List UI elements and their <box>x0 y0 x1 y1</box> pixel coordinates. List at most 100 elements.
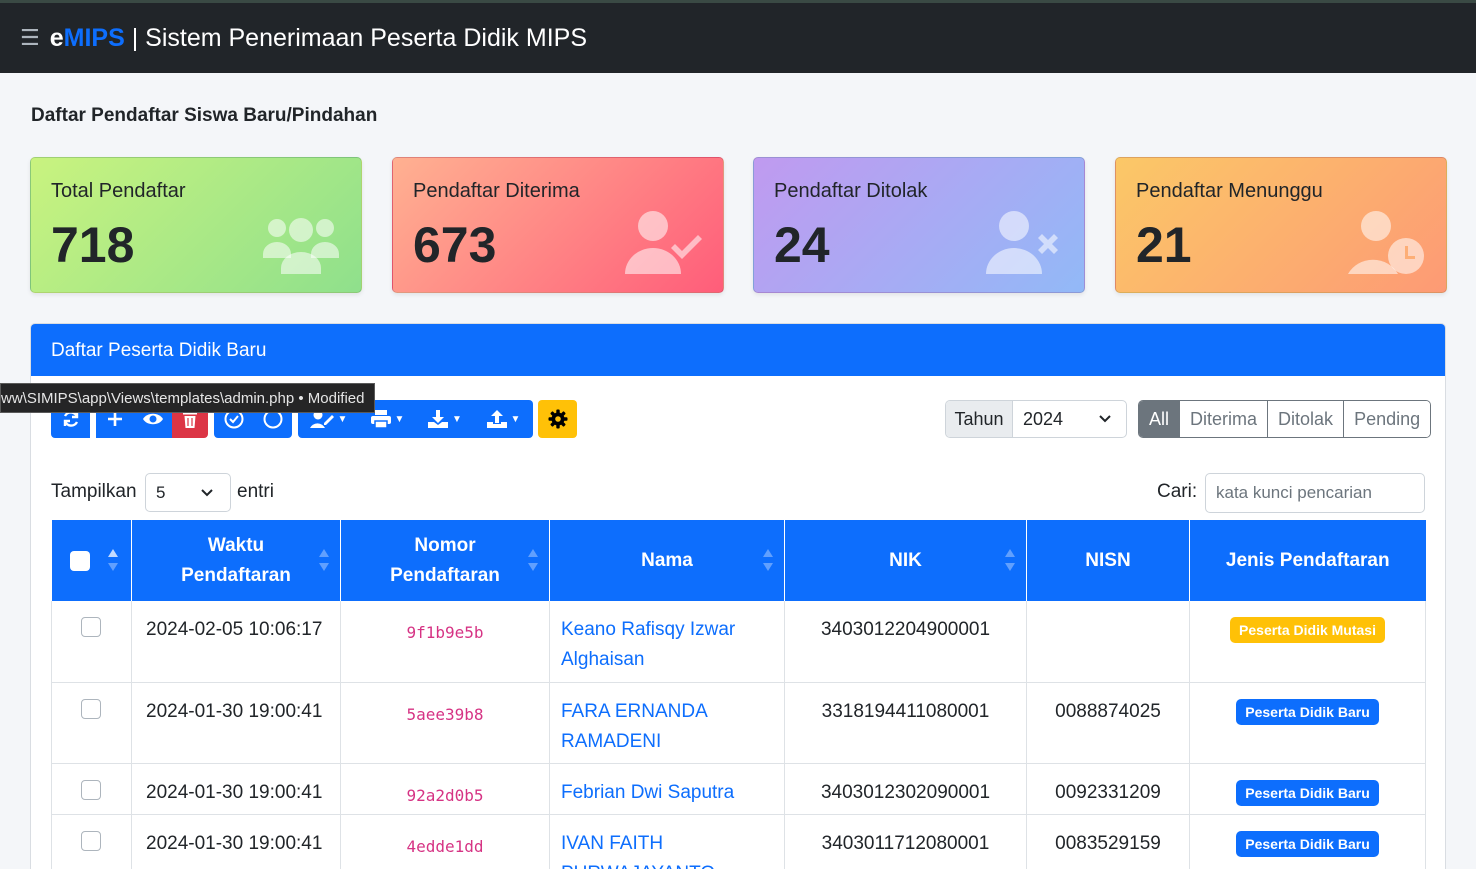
search-input[interactable] <box>1205 473 1425 513</box>
cell-name-link[interactable]: IVAN FAITH PURWAJAYANTO <box>549 814 785 869</box>
cell-nisn <box>1026 601 1190 683</box>
year-value[interactable]: 2024 <box>1013 401 1126 437</box>
type-badge: Peserta Didik Baru <box>1236 830 1379 857</box>
cell-nik: 3318194411080001 <box>784 682 1027 764</box>
table-row: 2024-01-30 19:00:41 4edde1dd IVAN FAITH … <box>51 814 1426 869</box>
cell-time: 2024-01-30 19:00:41 <box>131 814 341 869</box>
row-checkbox[interactable] <box>81 698 101 719</box>
chevron-down-icon: ▼ <box>452 413 462 425</box>
user-times-icon <box>986 211 1058 274</box>
chevron-down-icon <box>201 489 213 497</box>
stat-card-accepted: Pendaftar Diterima 673 <box>392 157 724 293</box>
year-select[interactable]: Tahun 2024 <box>945 400 1127 438</box>
cell-nisn: 0083529159 <box>1026 814 1190 869</box>
plus-icon <box>108 412 122 426</box>
stat-card-rejected: Pendaftar Ditolak 24 <box>753 157 1085 293</box>
stat-card-pending: Pendaftar Menunggu 21 <box>1115 157 1447 293</box>
stat-label: Total Pendaftar <box>51 180 186 202</box>
row-checkbox[interactable] <box>81 779 101 800</box>
stat-label: Pendaftar Menunggu <box>1136 180 1323 202</box>
year-value-text: 2024 <box>1023 408 1064 429</box>
stat-card-total: Total Pendaftar 718 <box>30 157 362 293</box>
search-label: Cari: <box>1157 481 1198 502</box>
app-title: eMIPS | Sistem Penerimaan Peserta Didik … <box>50 24 587 53</box>
column-label: NISN <box>1085 549 1131 571</box>
download-dropdown-button[interactable]: ▼ <box>416 400 474 438</box>
hamburger-menu-icon[interactable]: ☰ <box>20 27 40 49</box>
brand-separator: | <box>124 23 146 52</box>
stat-value: 24 <box>774 217 830 273</box>
cell-time: 2024-02-05 10:06:17 <box>131 601 341 683</box>
column-label: Nomor Pendaftaran <box>390 534 500 586</box>
column-label: Jenis Pendaftaran <box>1225 549 1390 571</box>
cell-time: 2024-01-30 19:00:41 <box>131 682 341 764</box>
sort-icon <box>1005 549 1015 571</box>
filter-all[interactable]: All <box>1139 401 1180 437</box>
page-size-select[interactable]: 5 <box>145 473 231 512</box>
brand-mips: MIPS <box>63 23 125 52</box>
stat-value: 673 <box>413 217 497 273</box>
settings-button[interactable] <box>538 400 577 438</box>
column-header-nomor[interactable]: Nomor Pendaftaran <box>340 520 550 601</box>
column-label: NIK <box>889 549 922 571</box>
cell-nik: 3403011712080001 <box>784 814 1027 869</box>
students-table: Waktu Pendaftaran Nomor Pendaftaran Nama… <box>51 520 1426 869</box>
navbar: ☰ eMIPS | Sistem Penerimaan Peserta Didi… <box>0 0 1476 73</box>
type-badge: Peserta Didik Baru <box>1236 779 1379 806</box>
column-header-waktu[interactable]: Waktu Pendaftaran <box>131 520 341 601</box>
row-checkbox[interactable] <box>81 830 101 851</box>
column-header-nik[interactable]: NIK <box>784 520 1027 601</box>
page-size-value: 5 <box>156 483 166 502</box>
chevron-down-icon: ▼ <box>337 413 348 425</box>
cell-nisn: 0092331209 <box>1026 763 1190 815</box>
cell-nisn: 0088874025 <box>1026 682 1190 764</box>
sort-icon[interactable] <box>107 548 119 572</box>
upload-dropdown-button[interactable]: ▼ <box>474 400 533 438</box>
cell-nik: 3403012302090001 <box>784 763 1027 815</box>
page-title: Daftar Pendaftar Siswa Baru/Pindahan <box>31 105 378 126</box>
chevron-down-icon <box>1099 415 1111 423</box>
editor-tooltip: ww\SIMIPS\app\Views\templates\admin.php … <box>0 383 376 413</box>
gear-icon <box>548 409 567 429</box>
select-all-checkbox[interactable] <box>69 551 90 571</box>
sort-icon <box>528 549 538 571</box>
type-badge: Peserta Didik Mutasi <box>1230 617 1385 643</box>
stat-label: Pendaftar Diterima <box>413 180 580 202</box>
cell-name-link[interactable]: Keano Rafisqy Izwar Alghaisan <box>549 601 785 683</box>
table-row: 2024-02-05 10:06:17 9f1b9e5b Keano Rafis… <box>51 601 1426 683</box>
select-all-header <box>51 520 132 601</box>
table-header-row: Waktu Pendaftaran Nomor Pendaftaran Nama… <box>51 520 1426 601</box>
column-label: Waktu Pendaftaran <box>181 534 291 586</box>
type-badge: Peserta Didik Baru <box>1236 698 1379 725</box>
stat-value: 21 <box>1136 217 1192 273</box>
cell-code: 92a2d0b5 <box>340 763 550 815</box>
cell-nik: 3403012204900001 <box>784 601 1027 683</box>
filter-diterima[interactable]: Diterima <box>1179 401 1268 437</box>
status-filter-group: All Diterima Ditolak Pending <box>1138 400 1432 438</box>
eye-icon <box>143 413 163 425</box>
cell-name-link[interactable]: FARA ERNANDA RAMADENI <box>549 682 785 764</box>
stat-label: Pendaftar Ditolak <box>774 180 928 202</box>
entries-label: entri <box>237 481 274 502</box>
year-label: Tahun <box>946 401 1013 437</box>
filter-ditolak[interactable]: Ditolak <box>1267 401 1344 437</box>
row-checkbox[interactable] <box>81 617 101 637</box>
upload-icon <box>486 410 507 428</box>
download-icon <box>428 410 449 428</box>
sort-icon <box>763 549 773 571</box>
show-entries-label: Tampilkan <box>51 481 137 502</box>
card-title: Daftar Peserta Didik Baru <box>31 324 1445 376</box>
cell-code: 5aee39b8 <box>340 682 550 764</box>
chevron-down-icon: ▼ <box>510 413 521 425</box>
column-label: Nama <box>641 549 693 571</box>
column-header-nisn: NISN <box>1026 520 1190 601</box>
users-icon <box>263 218 339 274</box>
table-row: 2024-01-30 19:00:41 5aee39b8 FARA ERNAND… <box>51 682 1426 764</box>
column-header-nama[interactable]: Nama <box>549 520 785 601</box>
stat-value: 718 <box>51 217 135 273</box>
user-check-icon <box>625 211 702 274</box>
filter-pending[interactable]: Pending <box>1343 401 1431 437</box>
app-title-text: Sistem Penerimaan Peserta Didik MIPS <box>145 23 587 52</box>
user-clock-icon <box>1348 211 1424 274</box>
cell-name-link[interactable]: Febrian Dwi Saputra <box>549 763 785 815</box>
